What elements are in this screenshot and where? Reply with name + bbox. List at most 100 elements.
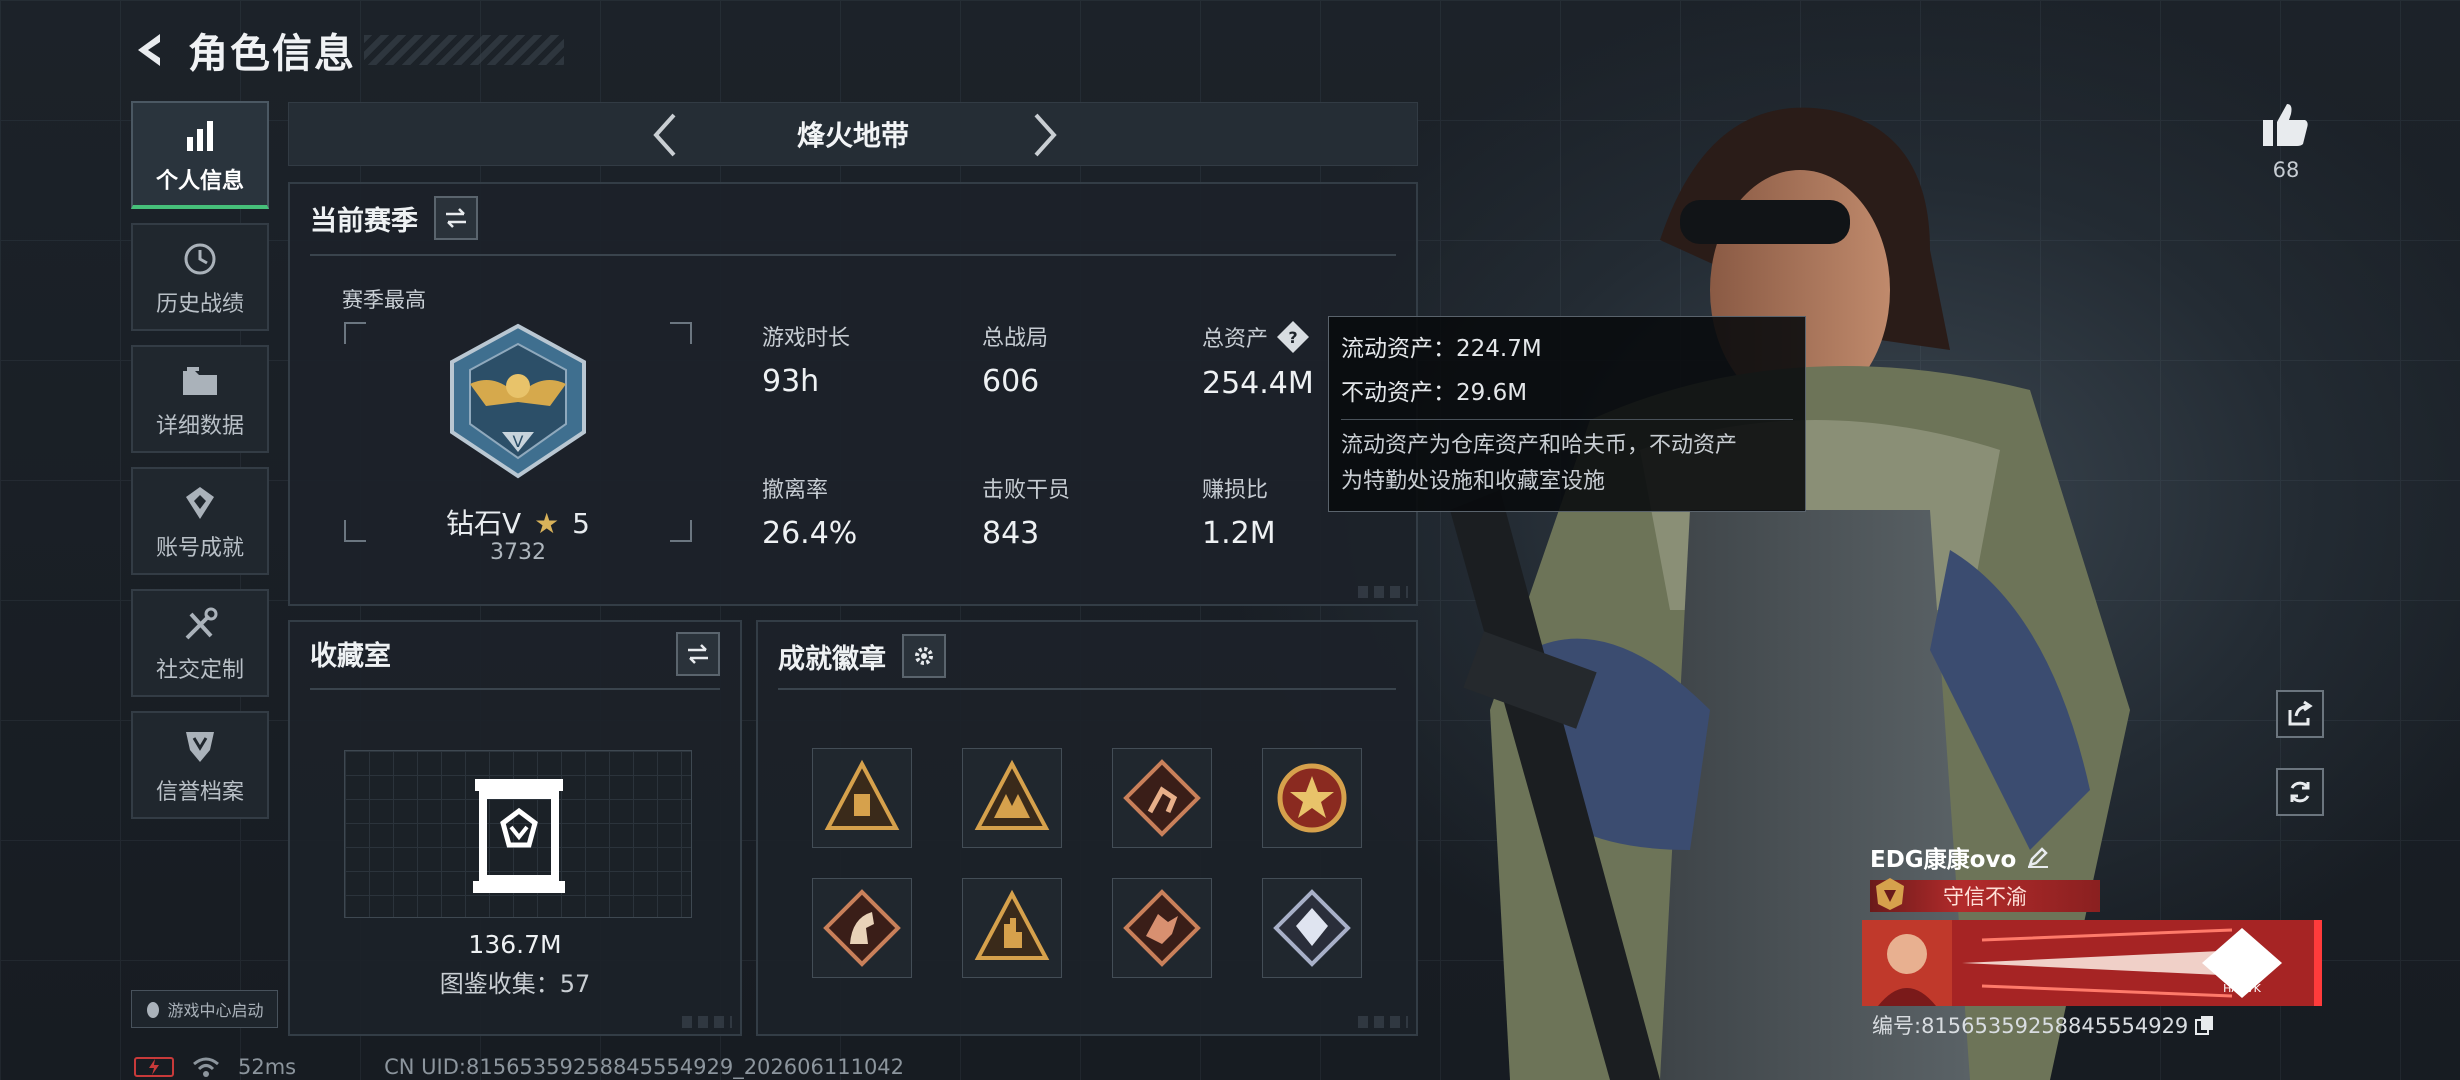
stat-label: 撤离率 xyxy=(762,478,829,503)
season-best-label: 赛季最高 xyxy=(342,288,426,312)
history-icon xyxy=(184,243,216,275)
stat-label: 总战局 xyxy=(982,326,1049,351)
tooltip-liquid-assets: 流动资产：224.7M xyxy=(1341,336,1542,362)
rank-name: 钻石V ★ 5 xyxy=(344,502,692,542)
shield-icon xyxy=(186,732,214,762)
mode-prev-button[interactable] xyxy=(641,111,689,159)
back-arrow-icon xyxy=(138,34,160,66)
edit-icon[interactable] xyxy=(2026,845,2050,869)
sidebar-item-label: 信誉档案 xyxy=(155,780,244,805)
stat-play-time: 游戏时长 93h xyxy=(762,320,850,399)
collection-title: 收藏室 xyxy=(310,641,391,672)
collection-value: 136.7M xyxy=(468,930,562,959)
rank-score: 3732 xyxy=(490,540,546,565)
tooltip-fixed-assets: 不动资产：29.6M xyxy=(1341,380,1528,406)
stat-value: 843 xyxy=(982,516,1040,551)
sidebar-item-label: 历史战绩 xyxy=(155,292,244,317)
refresh-button[interactable] xyxy=(2276,768,2324,816)
corner-decoration xyxy=(1358,1016,1408,1028)
copy-icon[interactable] xyxy=(2194,1014,2216,1036)
sidebar-item-history[interactable]: 历史战绩 xyxy=(131,223,269,331)
page-header: 角色信息 xyxy=(130,22,564,78)
svg-text:V: V xyxy=(513,432,524,451)
stat-extract-rate: 撤离率 26.4% xyxy=(762,472,857,551)
sidebar-item-achievements[interactable]: 账号成就 xyxy=(131,467,269,575)
stat-value: 1.2M xyxy=(1202,516,1276,551)
achievement-badge[interactable] xyxy=(1262,748,1362,848)
sidebar: 个人信息 历史战绩 详细数据 账号成就 社交定制 信誉档案 xyxy=(131,101,269,833)
stat-label: 总资产 xyxy=(1202,327,1269,352)
back-button[interactable] xyxy=(130,28,174,72)
stat-label: 击败干员 xyxy=(982,478,1071,503)
help-icon[interactable]: ? xyxy=(1276,320,1310,354)
mode-next-button[interactable] xyxy=(1021,111,1069,159)
season-panel: 当前赛季 赛季最高 V 钻石V ★ 5 3732 游戏时长 93h 总战局 60… xyxy=(288,182,1418,606)
season-switch-button[interactable] xyxy=(434,196,478,240)
player-uid: 编号:81565359258845554929 xyxy=(1872,1014,2189,1038)
achievement-badge[interactable] xyxy=(1112,878,1212,978)
collection-switch-button[interactable] xyxy=(676,632,720,676)
stat-label: 赚损比 xyxy=(1202,478,1269,503)
launch-label: 游戏中心启动 xyxy=(167,1001,264,1020)
badge-crystal-icon xyxy=(1273,889,1351,967)
stat-value: 93h xyxy=(762,364,820,399)
page-title: 角色信息 xyxy=(188,31,356,77)
badge-dragon-icon xyxy=(1123,889,1201,967)
sidebar-item-details[interactable]: 详细数据 xyxy=(131,345,269,453)
sidebar-item-profile[interactable]: 个人信息 xyxy=(131,101,269,209)
stat-total-assets: 总资产 ? 254.4M xyxy=(1202,320,1314,401)
divider xyxy=(310,254,1396,256)
mode-title: 烽火地带 xyxy=(796,119,909,152)
badges-title: 成就徽章 xyxy=(778,643,886,675)
player-uid-row: 编号:81565359258845554929 xyxy=(1872,1010,2216,1040)
corner-decoration xyxy=(682,1016,732,1028)
season-title: 当前赛季 xyxy=(310,205,418,237)
stat-profit-ratio: 赚损比 1.2M xyxy=(1202,472,1276,551)
sidebar-item-reputation[interactable]: 信誉档案 xyxy=(131,711,269,819)
status-footer: 52ms CN UID:81565359258845554929_2026061… xyxy=(134,1054,904,1080)
refresh-icon xyxy=(2290,781,2310,803)
achievement-badge[interactable] xyxy=(962,748,1062,848)
collection-room-preview[interactable] xyxy=(344,750,692,918)
divider xyxy=(778,688,1396,690)
achievement-badge[interactable] xyxy=(812,878,912,978)
achievement-badge[interactable] xyxy=(812,748,912,848)
achievement-badge[interactable] xyxy=(962,878,1062,978)
like-button[interactable] xyxy=(2256,94,2316,154)
share-icon xyxy=(2288,700,2313,726)
achievement-badge[interactable] xyxy=(1112,748,1212,848)
tooltip-description-line-1: 流动资产为仓库资产和哈夫币，不动资产 xyxy=(1341,433,1738,458)
rank-label: 钻石V xyxy=(446,507,522,540)
stat-total-matches: 总战局 606 xyxy=(982,320,1048,399)
thumbs-up-icon xyxy=(2263,104,2308,146)
display-case-icon xyxy=(473,779,565,893)
stat-kills: 击败干员 843 xyxy=(982,472,1070,551)
assets-tooltip: 流动资产：224.7M 不动资产：29.6M 流动资产为仓库资产和哈夫币，不动资… xyxy=(1328,316,1806,512)
player-banner[interactable]: HAAVK xyxy=(1862,920,2322,1006)
star-icon: ★ xyxy=(534,507,560,540)
player-card: EDG康康ovo 守信不渝 HAAVK 编号:81565359258845554… xyxy=(1862,836,2322,1046)
like-count: 68 xyxy=(2272,158,2300,182)
folder-icon xyxy=(183,367,217,395)
collection-count: 图鉴收集：57 xyxy=(439,970,591,998)
wifi-icon xyxy=(193,1057,219,1077)
svg-text:?: ? xyxy=(1288,328,1297,347)
badge-hands-icon xyxy=(974,759,1050,830)
badge-star-icon xyxy=(1277,763,1347,833)
swap-icon xyxy=(688,644,708,664)
game-center-launch-button[interactable]: 游戏中心启动 xyxy=(131,990,278,1028)
sidebar-item-social[interactable]: 社交定制 xyxy=(131,589,269,697)
chevron-left-icon xyxy=(653,113,676,157)
corner-decoration xyxy=(1358,586,1408,598)
badge-box-icon xyxy=(824,759,900,830)
badge-hand-icon xyxy=(974,889,1050,960)
stat-value: 26.4% xyxy=(762,516,858,551)
sidebar-item-label: 详细数据 xyxy=(155,414,244,439)
share-button[interactable] xyxy=(2276,690,2324,738)
badges-settings-button[interactable] xyxy=(902,634,946,678)
title-emblem-icon xyxy=(1876,878,1904,910)
gear-icon xyxy=(915,647,933,665)
bar-chart-icon xyxy=(187,121,213,151)
achievement-badge[interactable] xyxy=(1262,878,1362,978)
banner-brand: HAAVK xyxy=(2223,982,2261,995)
